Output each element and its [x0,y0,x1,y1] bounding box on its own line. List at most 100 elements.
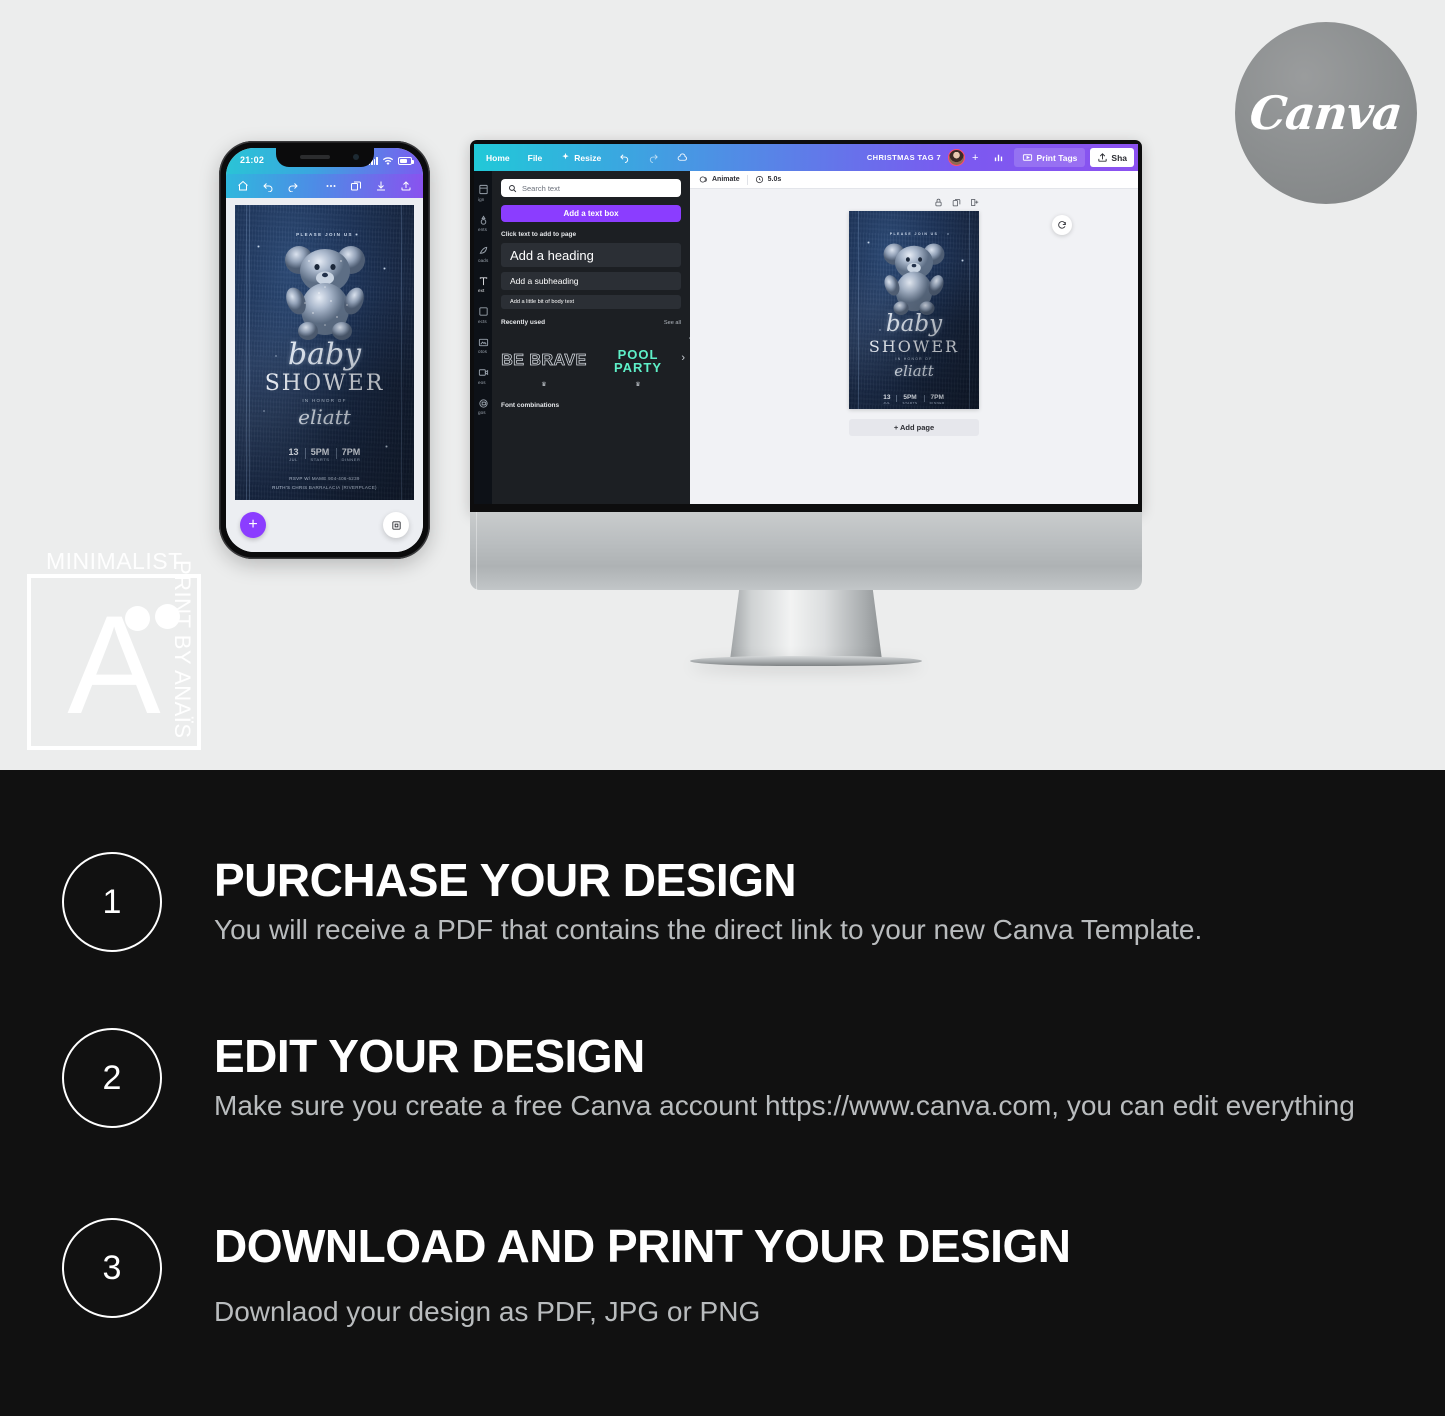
design-details-row: 13 JUL 5PM STARTS 7PM DINNER [235,447,414,462]
undo-button[interactable] [611,148,638,167]
download-icon[interactable] [375,180,387,192]
sidebar-label-elements: ents [478,227,488,232]
share-button[interactable]: Sha [1090,148,1134,167]
recently-used-label: Recently used [501,319,546,326]
design-details-row: 13 JUL 5PM STARTS 7PM DINNER [849,394,979,405]
duration-label: 5.0s [767,176,782,183]
search-placeholder: Search text [522,183,560,193]
design-title-script: baby [885,311,943,337]
print-tags-button[interactable]: Print Tags [1014,148,1086,167]
redo-button[interactable] [640,148,667,167]
detail-item: 5PM STARTS [896,394,923,405]
design-honor-label: IN HONOR OF [895,357,933,361]
redo-icon[interactable] [287,180,299,192]
preset-add-body-text[interactable]: Add a little bit of body text [501,295,681,309]
duplicate-icon[interactable] [952,198,961,207]
videos-icon [478,367,489,378]
share-icon [1097,152,1108,163]
editor-area: Animate 5.0s PLEASE JOIN US baby SHOWER … [690,171,1138,504]
cloud-saved-button[interactable] [669,148,696,167]
monitor-chin [470,512,1142,590]
chevron-right-icon[interactable]: › [681,352,685,364]
sidebar-label-text: ext [478,288,485,293]
refresh-icon[interactable] [1052,215,1072,235]
insights-button[interactable] [985,148,1012,167]
recent-item-be-brave[interactable]: BE BRAVE ♛ [501,332,587,390]
canva-wordmark: Canva [1247,86,1405,140]
design-honor-name: eliatt [894,362,934,380]
lock-icon[interactable] [934,198,943,207]
preset-add-heading[interactable]: Add a heading [501,243,681,267]
photos-icon [478,337,489,348]
undo-icon[interactable] [262,180,274,192]
phone-design-preview[interactable]: PLEASE JOIN US baby SHOWER IN HONOR OF e… [226,198,423,516]
step-text: EDIT YOUR DESIGN Make sure you create a … [214,1028,1355,1128]
canva-top-bar: Home File Resize CHRISTMAS TAG 7 + Print… [474,144,1138,171]
sidebar-item-logos[interactable]: gos [474,391,492,422]
sidebar-item-uploads[interactable]: oads [474,238,492,269]
projects-icon [478,306,489,317]
add-text-box-button[interactable]: Add a text box [501,205,681,222]
see-all-link[interactable]: See all [664,320,681,326]
step-number-badge: 1 [62,852,162,952]
document-title[interactable]: CHRISTMAS TAG 7 [867,153,946,162]
sidebar-item-text[interactable]: ext [474,269,492,300]
add-page-button[interactable]: + Add page [849,419,979,436]
crown-icon: ♛ [541,382,547,388]
editor-toolbar: Animate 5.0s [690,171,1138,189]
sidebar-item-videos[interactable]: eos [474,360,492,391]
duration-button[interactable]: 5.0s [755,175,782,184]
menu-file[interactable]: File [520,149,551,167]
phone-bottom-bar: + [226,500,423,552]
animate-button[interactable]: Animate [699,175,740,184]
menu-home[interactable]: Home [478,149,518,167]
step-1: 1 PURCHASE YOUR DESIGN You will receive … [0,852,1445,952]
pages-icon[interactable] [383,512,409,538]
recently-used-header: Recently used See all [501,319,681,326]
battery-icon [398,157,414,165]
wifi-icon [382,155,394,167]
step-2: 2 EDIT YOUR DESIGN Make sure you create … [0,1028,1445,1128]
recent-item-pool-party[interactable]: POOL PARTY ♛ [595,332,681,390]
phone-camera [352,154,359,160]
sidebar-item-design[interactable]: ign [474,177,492,208]
baby-shower-design-canvas: PLEASE JOIN US baby SHOWER IN HONOR OF e… [849,211,979,409]
menu-resize[interactable]: Resize [552,148,609,167]
sidebar-label-logos: gos [478,410,486,415]
avatar[interactable] [948,149,966,166]
canvas-workspace: PLEASE JOIN US baby SHOWER IN HONOR OF e… [690,189,1138,504]
design-join-us: PLEASE JOIN US [296,232,353,237]
share-icon[interactable] [400,180,412,192]
home-icon[interactable] [237,180,249,192]
text-panel: Search text Add a text box Click text to… [492,171,690,504]
search-input[interactable]: Search text [501,179,681,197]
print-tags-label: Print Tags [1036,152,1078,163]
step-text: DOWNLOAD AND PRINT YOUR DESIGN Downlaod … [214,1218,1071,1332]
more-icon[interactable] [325,180,337,192]
sidebar-item-photos[interactable]: otos [474,330,492,361]
phone-notch [275,148,374,167]
phone-mockup: 21:02 PLEASE JOIN US baby SHOWER IN HONO… [219,141,430,559]
design-canvas[interactable]: PLEASE JOIN US baby SHOWER IN HONOR OF e… [849,211,979,409]
add-collaborator-button[interactable]: + [967,152,983,164]
magic-resize-icon [560,152,571,163]
sidebar-item-elements[interactable]: ents [474,208,492,239]
undo-icon [619,152,630,163]
sidebar-label-design: ign [478,196,485,202]
detail-item: 13 JUL [288,447,299,462]
design-honor-name: eliatt [298,405,351,429]
step-number-badge: 3 [62,1218,162,1318]
phone-app-toolbar[interactable] [226,174,423,198]
layers-icon[interactable] [350,180,362,192]
monitor-stand-neck [730,590,882,660]
step-text: PURCHASE YOUR DESIGN You will receive a … [214,852,1202,952]
preset-add-subheading[interactable]: Add a subheading [501,272,681,290]
teddy-bear-graphic [279,243,371,341]
recently-used-row: BE BRAVE ♛ POOL PARTY ♛ › [501,330,685,392]
add-button[interactable]: + [240,512,266,538]
menu-resize-label: Resize [574,152,602,163]
instructions-section: 1 PURCHASE YOUR DESIGN You will receive … [0,770,1445,1416]
sidebar-item-projects[interactable]: ects [474,299,492,330]
add-page-icon[interactable] [970,198,979,207]
redo-icon [648,152,659,163]
